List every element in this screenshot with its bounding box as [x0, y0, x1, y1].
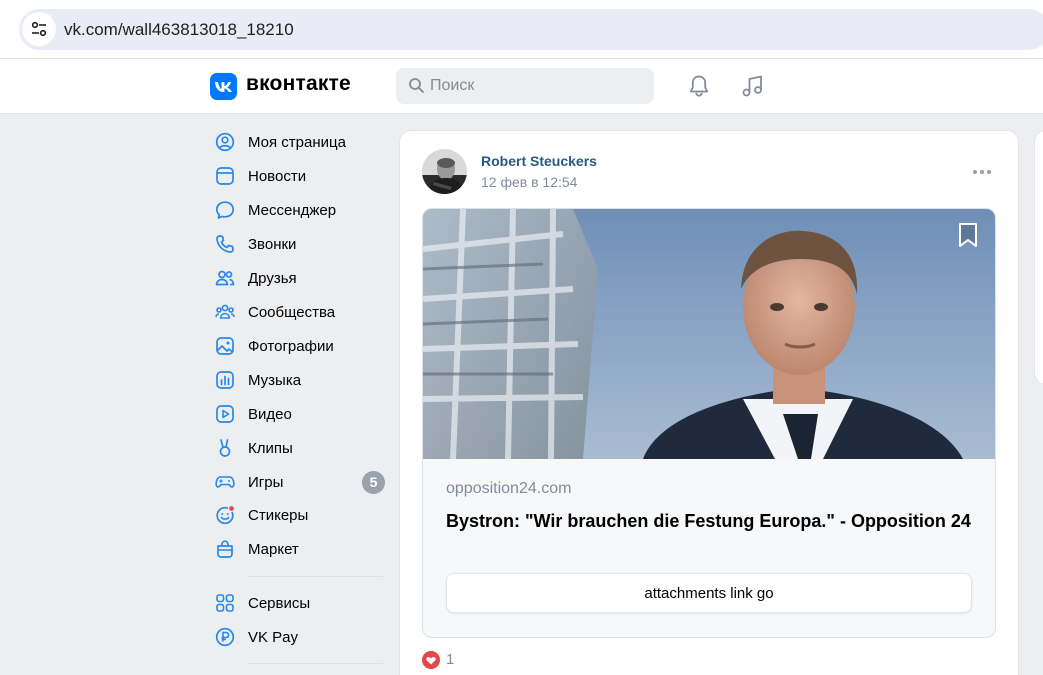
search-icon	[409, 78, 424, 93]
more-options-icon[interactable]	[969, 166, 995, 178]
sidebar-item-label: Сервисы	[248, 595, 311, 612]
music-note-icon	[216, 371, 234, 389]
communities-icon	[215, 304, 235, 319]
vk-logo-icon[interactable]	[210, 73, 237, 100]
like-count: 1	[446, 651, 455, 668]
user-circle-icon	[215, 132, 235, 152]
news-icon	[216, 167, 234, 185]
site-info-button[interactable]	[22, 12, 56, 46]
sidebar-item-label: VK Pay	[248, 629, 299, 646]
sidebar-item-label: Маркет	[248, 541, 299, 558]
sidebar-item-label: Новости	[248, 168, 307, 185]
sidebar-item-label: Друзья	[248, 270, 297, 287]
post-author-name[interactable]: Robert Steuckers	[481, 153, 597, 169]
search-input[interactable]	[430, 70, 645, 102]
sidebar-item-communities[interactable]: Сообщества	[206, 296, 388, 328]
sidebar-item-label: Клипы	[248, 440, 293, 457]
sidebar-divider	[248, 663, 383, 664]
phone-icon	[216, 235, 234, 253]
author-avatar[interactable]	[422, 149, 467, 194]
url-text[interactable]: vk.com/wall463813018_18210	[64, 20, 294, 40]
sidebar-item-clips[interactable]: Клипы	[206, 432, 388, 464]
sidebar-item-my-page[interactable]: Моя страница	[206, 126, 388, 158]
sidebar-divider	[248, 576, 383, 577]
sidebar-item-market[interactable]: Маркет	[206, 533, 388, 565]
market-icon	[217, 540, 233, 558]
logo-text[interactable]: вконтакте	[246, 72, 351, 96]
right-panel	[1034, 130, 1043, 385]
sticker-icon	[216, 505, 235, 525]
vkpay-icon	[215, 627, 235, 647]
sidebar-item-label: Стикеры	[248, 507, 309, 524]
sidebar-item-label: Моя страница	[248, 134, 346, 151]
sidebar-item-news[interactable]: Новости	[206, 160, 388, 192]
browser-toolbar: vk.com/wall463813018_18210	[0, 0, 1043, 59]
sidebar-item-label: Музыка	[248, 372, 302, 389]
gamepad-icon	[215, 476, 235, 488]
like-heart-icon[interactable]	[422, 651, 440, 669]
video-icon	[216, 405, 234, 423]
photo-icon	[216, 337, 234, 355]
message-icon	[215, 201, 235, 219]
tune-icon	[31, 21, 47, 37]
sidebar-item-label: Сообщества	[248, 304, 336, 321]
sidebar-item-label: Звонки	[248, 236, 297, 253]
sidebar-item-label: Видео	[248, 406, 292, 423]
sidebar-item-label: Мессенджер	[248, 202, 337, 219]
sidebar-item-photos[interactable]: Фотографии	[206, 330, 388, 362]
sidebar-item-label: Игры	[248, 474, 284, 491]
sidebar-item-music[interactable]: Музыка	[206, 364, 388, 396]
snippet-title[interactable]: Bystron: "Wir brauchen die Festung Europ…	[446, 509, 976, 533]
friends-icon	[215, 270, 235, 286]
sidebar-item-vk-pay[interactable]: VK Pay	[206, 621, 388, 653]
post-date[interactable]: 12 фев в 12:54	[481, 174, 577, 190]
sidebar-item-friends[interactable]: Друзья	[206, 262, 388, 294]
bell-icon[interactable]	[686, 73, 712, 99]
sidebar-item-games[interactable]: Игры 5	[206, 466, 388, 498]
sidebar-item-label: Фотографии	[248, 338, 334, 355]
services-icon	[216, 594, 234, 612]
bookmark-icon[interactable]	[955, 221, 981, 249]
sidebar-item-stickers[interactable]: Стикеры	[206, 499, 388, 531]
games-count-badge: 5	[362, 471, 385, 494]
music-icon[interactable]	[740, 73, 766, 99]
attachment-link-button[interactable]: attachments link go	[446, 573, 972, 613]
sidebar-item-services[interactable]: Сервисы	[206, 587, 388, 619]
snippet-domain[interactable]: opposition24.com	[446, 480, 571, 498]
clips-icon	[219, 439, 231, 457]
sidebar-item-messenger[interactable]: Мессенджер	[206, 194, 388, 226]
sidebar-item-video[interactable]: Видео	[206, 398, 388, 430]
snippet-photo[interactable]	[423, 209, 995, 459]
sidebar-item-calls[interactable]: Звонки	[206, 228, 388, 260]
